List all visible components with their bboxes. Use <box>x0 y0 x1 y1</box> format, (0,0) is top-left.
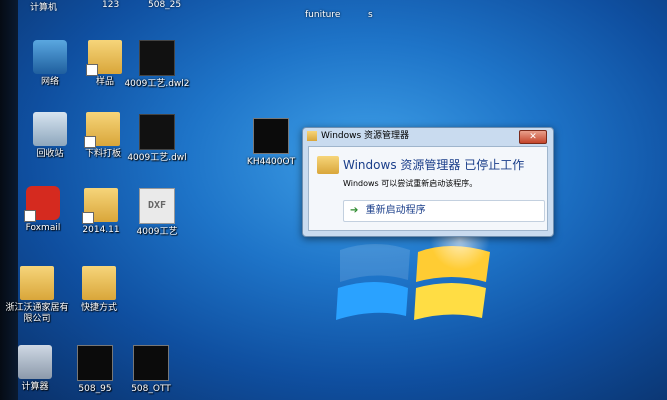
dialog-heading: Windows 资源管理器 已停止工作 <box>343 158 525 172</box>
restart-label: 重新启动程序 <box>365 205 426 216</box>
icon-label: 浙江沃通家居有限公司 <box>5 303 69 324</box>
top-label-funiture[interactable]: funiture <box>305 10 340 20</box>
dialog-body: Windows 资源管理器 已停止工作 Windows 可以尝试重新启动该程序。… <box>308 146 548 231</box>
image-file-icon <box>133 345 169 381</box>
network-icon <box>33 40 67 74</box>
folder-icon <box>82 266 116 300</box>
desktop-icon-zhejiang[interactable]: 浙江沃通家居有限公司 <box>2 266 72 325</box>
recycle-bin-icon <box>33 112 67 146</box>
desktop-icon-dwl2[interactable]: 4009工艺.dwl2 <box>122 40 192 90</box>
top-label-123[interactable]: 123 <box>102 0 119 10</box>
dialog-message: Windows 可以尝试重新启动该程序。 <box>343 179 478 188</box>
folder-icon <box>84 112 120 148</box>
icon-label: 4009工艺 <box>136 227 178 237</box>
folder-icon <box>82 188 118 224</box>
icon-label: 508_OTT <box>131 384 171 394</box>
calculator-icon <box>18 345 52 379</box>
desktop-icon-shortcuts[interactable]: 快捷方式 <box>64 266 134 314</box>
desktop-icon-dxf[interactable]: DXF 4009工艺 <box>122 188 192 238</box>
icon-label: 4009工艺.dwl <box>127 153 187 163</box>
image-file-icon <box>77 345 113 381</box>
top-label-computer[interactable]: 计算机 <box>30 0 57 13</box>
icon-label: 快捷方式 <box>80 303 117 313</box>
arrow-right-icon: ➔ <box>350 205 359 216</box>
foxmail-icon <box>24 186 60 222</box>
folder-icon <box>307 131 317 141</box>
image-file-icon <box>253 118 289 154</box>
desktop-icon-kh4400[interactable]: KH4400OT <box>236 118 306 168</box>
explorer-crash-dialog: Windows 资源管理器 ✕ Windows 资源管理器 已停止工作 Wind… <box>302 127 554 237</box>
dialog-titlebar: Windows 资源管理器 ✕ <box>303 128 553 144</box>
close-button[interactable]: ✕ <box>519 130 547 144</box>
top-label-508-25[interactable]: 508_25 <box>148 0 181 10</box>
desktop-icon-508-ott[interactable]: 508_OTT <box>116 345 186 395</box>
dialog-title: Windows 资源管理器 <box>321 131 410 141</box>
restart-program-button[interactable]: ➔ 重新启动程序 <box>343 200 545 222</box>
file-icon <box>139 114 175 150</box>
icon-label: KH4400OT <box>246 157 296 167</box>
icon-label: 4009工艺.dwl2 <box>124 79 190 89</box>
folder-icon <box>317 156 339 174</box>
folder-icon <box>86 40 122 76</box>
file-icon <box>139 40 175 76</box>
top-label-s[interactable]: s <box>368 10 373 20</box>
desktop-icon-dwl[interactable]: 4009工艺.dwl <box>122 114 192 164</box>
folder-icon <box>20 266 54 300</box>
dxf-file-icon: DXF <box>139 188 175 224</box>
